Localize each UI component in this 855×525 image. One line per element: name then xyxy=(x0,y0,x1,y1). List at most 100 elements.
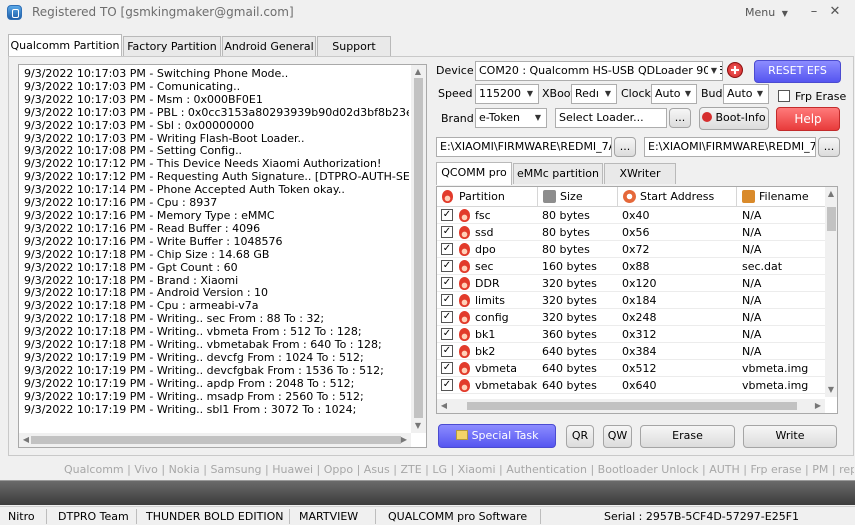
scroll-left-icon[interactable]: ◀ xyxy=(439,401,449,411)
log-vertical-scrollbar[interactable]: ▲ ▼ xyxy=(411,65,426,433)
xboot-label: XBoot xyxy=(542,87,575,100)
xboot-value: Redı xyxy=(575,87,599,100)
loader-input[interactable]: Select Loader... xyxy=(555,108,667,128)
table-row[interactable]: ✓ bk2 640 bytes 0x384 N/A xyxy=(437,343,827,360)
scroll-thumb[interactable] xyxy=(31,436,401,444)
scroll-down-icon[interactable]: ▼ xyxy=(413,421,423,431)
partition-name: dpo xyxy=(475,243,496,256)
tab-emmc-partition[interactable]: eMMc partition xyxy=(513,163,603,184)
row-checkbox[interactable]: ✓ xyxy=(441,379,453,391)
clock-select[interactable]: Auto ▼ xyxy=(651,84,697,104)
browse-loader-button[interactable]: ... xyxy=(669,108,691,128)
table-row[interactable]: ✓ fsc 80 bytes 0x40 N/A xyxy=(437,207,827,224)
table-row[interactable]: ✓ config 320 bytes 0x248 N/A xyxy=(437,309,827,326)
table-row[interactable]: ✓ bk1 360 bytes 0x312 N/A xyxy=(437,326,827,343)
frp-erase-checkbox[interactable] xyxy=(778,90,790,102)
speed-select[interactable]: 115200 ▼ xyxy=(475,84,539,104)
tab-android-general[interactable]: Android General xyxy=(222,36,316,56)
scroll-left-icon[interactable]: ◀ xyxy=(21,435,31,445)
table-horizontal-scrollbar[interactable]: ◀ ▶ xyxy=(437,399,825,413)
partition-size: 320 bytes xyxy=(542,311,597,324)
log-line: 9/3/2022 10:17:19 PM - Writing.. devcfgb… xyxy=(24,363,384,377)
table-row[interactable]: ✓ ssd 80 bytes 0x56 N/A xyxy=(437,224,827,241)
row-checkbox[interactable]: ✓ xyxy=(441,260,453,272)
tab-factory-partition[interactable]: Factory Partition xyxy=(123,36,221,56)
tab-support[interactable]: Support xyxy=(317,36,391,56)
close-icon[interactable]: ✕ xyxy=(826,3,844,21)
partition-table[interactable]: Partition Size Start Address Filename ✓ f… xyxy=(436,186,838,414)
scroll-right-icon[interactable]: ▶ xyxy=(399,435,409,445)
partition-size: 320 bytes xyxy=(542,277,597,290)
table-row[interactable]: ✓ vbmetabak 640 bytes 0x640 vbmeta.img xyxy=(437,377,827,394)
tab-qcomm-pro[interactable]: QCOMM pro xyxy=(436,162,512,185)
write-button[interactable]: Write xyxy=(743,425,837,448)
device-label: Device xyxy=(436,64,474,77)
scroll-thumb[interactable] xyxy=(467,402,797,410)
log-line: 9/3/2022 10:17:03 PM - Sbl : 0x00000000 xyxy=(24,118,255,132)
partition-size: 640 bytes xyxy=(542,345,597,358)
header-size[interactable]: Size xyxy=(538,187,618,207)
scroll-up-icon[interactable]: ▲ xyxy=(826,189,836,199)
table-row[interactable]: ✓ dpo 80 bytes 0x72 N/A xyxy=(437,241,827,258)
brand-select[interactable]: e-Token ▼ xyxy=(475,108,547,128)
tab-qualcomm-partition[interactable]: Qualcomm Partition xyxy=(8,34,122,56)
refresh-device-icon[interactable] xyxy=(727,62,743,78)
browse-path-button-2[interactable]: ... xyxy=(818,137,840,157)
table-vertical-scrollbar[interactable]: ▲ ▼ xyxy=(825,187,837,397)
row-checkbox[interactable]: ✓ xyxy=(441,277,453,289)
row-checkbox[interactable]: ✓ xyxy=(441,209,453,221)
boot-info-button[interactable]: Boot-Info xyxy=(699,107,769,130)
row-checkbox[interactable]: ✓ xyxy=(441,226,453,238)
log-panel[interactable]: 9/3/2022 10:17:03 PM - Switching Phone M… xyxy=(18,64,427,448)
partition-name: sec xyxy=(475,260,494,273)
table-row[interactable]: ✓ vbmeta 640 bytes 0x512 vbmeta.img xyxy=(437,360,827,377)
help-button[interactable]: Help xyxy=(776,107,840,131)
scroll-down-icon[interactable]: ▼ xyxy=(826,385,836,395)
tab-xwriter[interactable]: XWriter xyxy=(604,163,676,184)
special-task-button[interactable]: Special Task xyxy=(438,424,556,448)
status-software: QUALCOMM pro Software xyxy=(388,510,528,523)
scroll-up-icon[interactable]: ▲ xyxy=(413,67,423,77)
partition-filename: N/A xyxy=(742,243,762,256)
row-checkbox[interactable]: ✓ xyxy=(441,243,453,255)
xboot-select[interactable]: Redı ▼ xyxy=(571,84,617,104)
partition-filename: N/A xyxy=(742,345,762,358)
scroll-right-icon[interactable]: ▶ xyxy=(813,401,823,411)
firmware-path-input-1[interactable]: E:\XIAOMI\FIRMWARE\REDMI_7A\ xyxy=(436,137,612,157)
firmware-path-input-2[interactable]: E:\XIAOMI\FIRMWARE\REDMI_7A\ xyxy=(644,137,816,157)
menu-button[interactable]: Menu ▼ xyxy=(745,6,788,19)
row-checkbox[interactable]: ✓ xyxy=(441,294,453,306)
bud-select[interactable]: Auto ▼ xyxy=(723,84,769,104)
partition-start-address: 0x56 xyxy=(622,226,650,239)
partition-name: vbmeta xyxy=(475,362,518,375)
log-horizontal-scrollbar[interactable]: ◀ ▶ xyxy=(19,433,411,447)
qw-button[interactable]: QW xyxy=(603,425,632,448)
row-checkbox[interactable]: ✓ xyxy=(441,345,453,357)
row-checkbox[interactable]: ✓ xyxy=(441,362,453,374)
row-checkbox[interactable]: ✓ xyxy=(441,311,453,323)
table-row[interactable]: ✓ limits 320 bytes 0x184 N/A xyxy=(437,292,827,309)
table-row[interactable]: ✓ sec 160 bytes 0x88 sec.dat xyxy=(437,258,827,275)
header-filename[interactable]: Filename xyxy=(737,187,827,207)
flame-icon xyxy=(459,294,470,307)
bud-value: Auto xyxy=(727,87,753,100)
table-row[interactable]: ✓ DDR 320 bytes 0x120 N/A xyxy=(437,275,827,292)
log-line: 9/3/2022 10:17:18 PM - Chip Size : 14.68… xyxy=(24,247,270,261)
erase-button[interactable]: Erase xyxy=(640,425,735,448)
qr-button[interactable]: QR xyxy=(566,425,594,448)
browse-path-button-1[interactable]: ... xyxy=(614,137,636,157)
partition-filename: N/A xyxy=(742,226,762,239)
chevron-down-icon: ▼ xyxy=(532,109,544,127)
minimize-icon[interactable]: – xyxy=(805,3,823,21)
row-checkbox[interactable]: ✓ xyxy=(441,328,453,340)
header-partition[interactable]: Partition xyxy=(437,187,538,207)
reset-efs-button[interactable]: RESET EFS xyxy=(754,60,841,83)
menu-label: Menu xyxy=(745,6,776,19)
log-line: 9/3/2022 10:17:16 PM - Read Buffer : 409… xyxy=(24,221,261,235)
status-edition: THUNDER BOLD EDITION xyxy=(146,510,284,523)
device-select[interactable]: COM20 : Qualcomm HS-USB QDLoader 9008 ▼ xyxy=(475,61,723,81)
header-start-address[interactable]: Start Address xyxy=(618,187,737,207)
scroll-thumb[interactable] xyxy=(827,207,836,231)
scroll-thumb[interactable] xyxy=(414,78,423,418)
lock-icon xyxy=(543,190,556,203)
